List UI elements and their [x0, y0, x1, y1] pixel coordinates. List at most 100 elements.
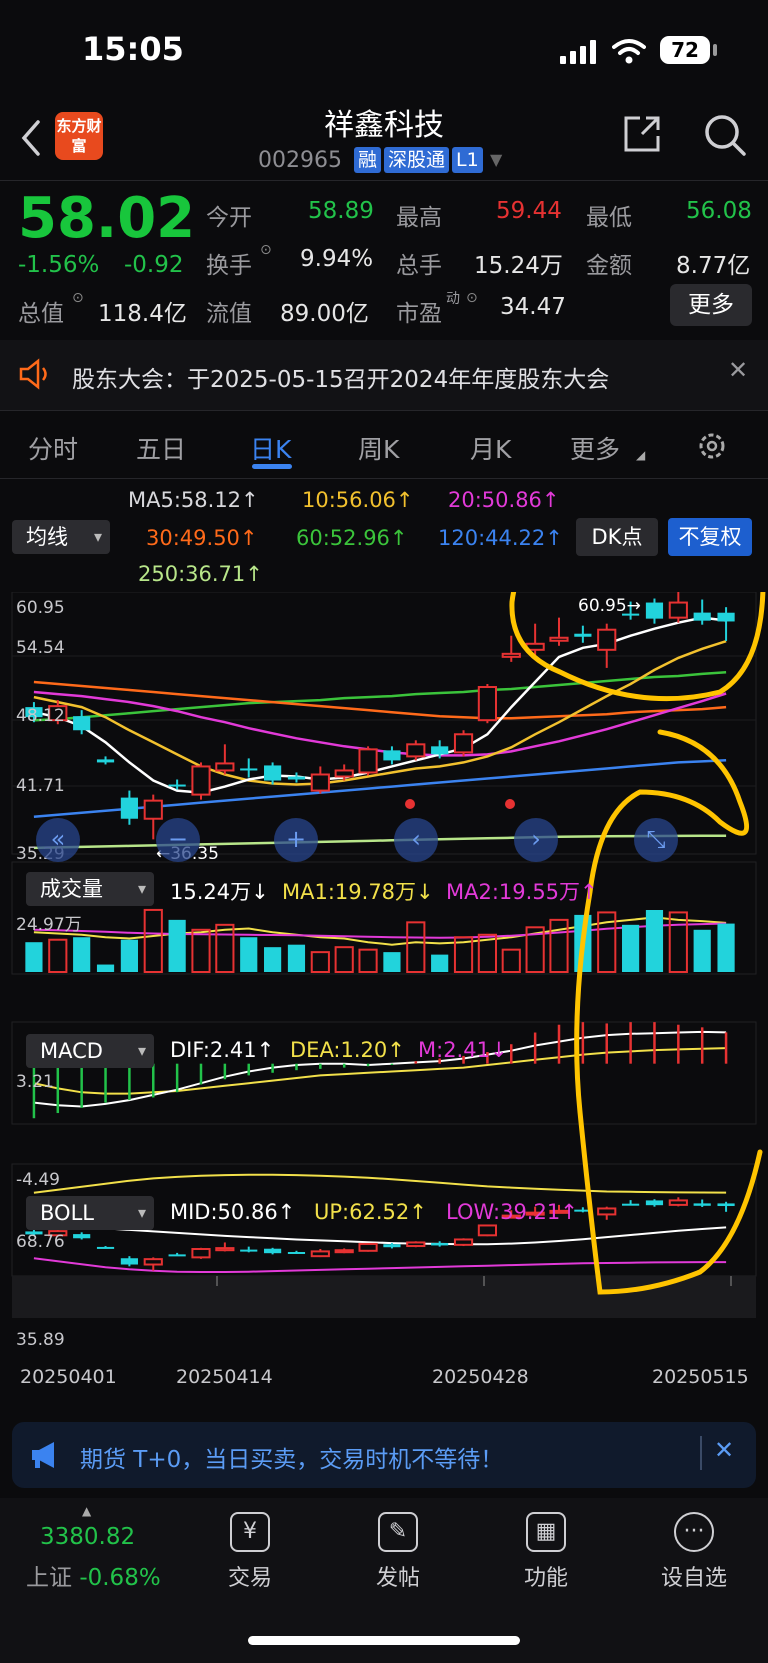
fast-back-button[interactable]: « [36, 818, 80, 862]
step-back-button[interactable]: ‹ [394, 818, 438, 862]
y-label-4: 41.71 [16, 776, 65, 796]
volume-selector[interactable]: 成交量 [26, 872, 154, 906]
info-icon[interactable]: ⊙ [72, 290, 84, 306]
boll-candle [191, 1248, 211, 1259]
macd-m: M:2.41↓ [418, 1038, 508, 1062]
stock-code: 002965 [258, 148, 342, 173]
open-value: 58.89 [308, 198, 374, 224]
volume-bar [25, 942, 43, 972]
candle [693, 612, 711, 621]
macd-selector[interactable]: MACD [26, 1034, 154, 1068]
ma10-value: 10:56.06↑ [302, 488, 414, 512]
corner-triangle-icon: ◢ [636, 448, 646, 462]
tab-daily-k[interactable]: 日K [250, 430, 291, 466]
volume-bar [168, 919, 186, 972]
volume-bar [668, 911, 688, 973]
volume-bar [48, 938, 68, 973]
boll-candle [453, 1238, 474, 1246]
settings-icon[interactable] [694, 428, 730, 464]
volume-bar [501, 948, 521, 974]
candle [287, 776, 306, 780]
pe-superscript: 动 [446, 291, 460, 307]
ma-selector[interactable]: 均线 [12, 520, 110, 554]
boll-selector[interactable]: BOLL [26, 1196, 154, 1230]
level-tag: L1 [452, 147, 483, 173]
candle [358, 748, 378, 774]
candle [143, 799, 163, 820]
zoom-out-button[interactable]: − [156, 818, 200, 862]
candle [191, 765, 211, 796]
nav-watchlist[interactable]: ··· 设自选 [644, 1512, 744, 1592]
volume-bar [406, 921, 426, 974]
share-icon[interactable] [620, 112, 664, 156]
info-icon[interactable]: ⊙ [466, 290, 478, 306]
candle [383, 750, 401, 761]
volume-value: 15.24万 [474, 253, 563, 279]
candle [310, 773, 330, 792]
chevron-down-icon[interactable]: ▼ [490, 150, 502, 169]
y-label-3: 48.12 [16, 706, 65, 726]
kline-chart[interactable] [0, 592, 768, 1412]
candle [96, 759, 115, 763]
volume-bar [334, 946, 354, 973]
fullscreen-button[interactable]: ⤡ [634, 818, 678, 862]
volume-label: 总手 [396, 253, 442, 279]
close-icon[interactable]: ✕ [728, 356, 748, 384]
volume-current: 15.24万↓ [170, 880, 269, 904]
boll-up: UP:62.52↑ [314, 1200, 427, 1224]
close-icon[interactable]: ✕ [714, 1436, 734, 1464]
nav-functions[interactable]: ▦ 功能 [496, 1512, 596, 1592]
margin-tag: 融 [354, 147, 382, 173]
high-label: 最高 [396, 205, 442, 231]
ma250-line [33, 834, 727, 850]
change-pct: -1.56% [18, 252, 100, 278]
nav-post[interactable]: ✎ 发帖 [348, 1512, 448, 1592]
active-tab-indicator [252, 464, 292, 469]
boll-candle [622, 1203, 640, 1206]
more-button[interactable]: 更多 [670, 284, 752, 326]
open-label: 今开 [206, 205, 252, 231]
tab-intraday[interactable]: 分时 [28, 430, 78, 466]
yen-icon: ¥ [230, 1512, 270, 1552]
step-forward-button[interactable]: › [514, 818, 558, 862]
macd-dea: DEA:1.20↑ [290, 1038, 405, 1062]
info-icon[interactable]: ⊙ [260, 242, 272, 258]
volume-bar [645, 910, 664, 972]
volume-bar [622, 924, 640, 972]
ma30-value: 30:49.50↑ [146, 526, 258, 550]
zoom-in-button[interactable]: + [274, 818, 318, 862]
high-marker: 60.95→ [578, 596, 641, 616]
candle [431, 746, 449, 755]
boll-candle [240, 1249, 258, 1252]
signal-dot [505, 799, 515, 809]
candle [717, 612, 735, 622]
index-value[interactable]: 3380.82 [40, 1524, 135, 1550]
status-bar: 15:05 72 [0, 0, 768, 100]
turnover-label: 换手 [206, 253, 252, 279]
index-change[interactable]: 上证 -0.68% [26, 1558, 161, 1592]
boll-candle [334, 1249, 354, 1254]
no-adjust-button[interactable]: 不复权 [668, 518, 752, 556]
candle [501, 652, 521, 658]
battery-icon: 72 [660, 36, 710, 64]
volume-bar [717, 923, 735, 972]
boll-candle [477, 1224, 497, 1237]
boll-candle [120, 1258, 138, 1265]
tab-monthly-k[interactable]: 月K [470, 430, 511, 466]
tab-weekly-k[interactable]: 周K [358, 430, 399, 466]
tab-five-day[interactable]: 五日 [136, 430, 186, 466]
divider [700, 1436, 702, 1470]
high-value: 59.44 [496, 198, 562, 224]
dk-point-button[interactable]: DK点 [576, 518, 658, 556]
ma120-value: 120:44.22↑ [438, 526, 563, 550]
candle [477, 686, 497, 722]
low-label: 最低 [586, 205, 632, 231]
search-icon[interactable] [702, 112, 748, 158]
tab-more[interactable]: 更多 [570, 430, 620, 466]
candle [215, 762, 235, 772]
candle [264, 765, 282, 781]
nav-trade[interactable]: ¥ 交易 [200, 1512, 300, 1592]
promo-text: 期货 T+0，当日买卖，交易时机不等待！ [80, 1447, 504, 1473]
candle [574, 633, 592, 637]
amount-label: 金额 [586, 253, 632, 279]
